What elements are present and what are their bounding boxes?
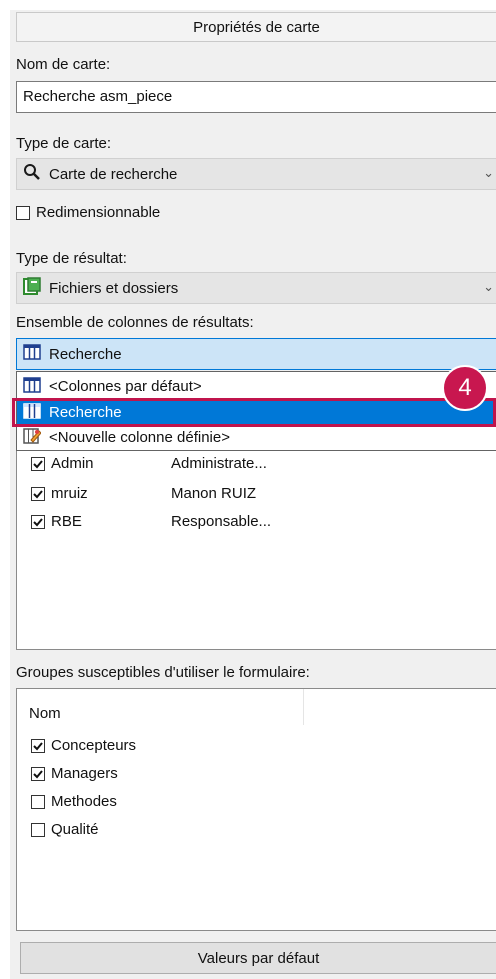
list-item[interactable]: Methodes — [31, 793, 117, 810]
selection-highlight-frame — [12, 398, 496, 427]
new-column-set-icon — [23, 427, 42, 449]
step-badge: 4 — [442, 365, 488, 411]
list-item[interactable]: RBE Responsable... — [31, 513, 271, 530]
card-name-input[interactable]: Recherche asm_piece — [16, 81, 496, 113]
users-list: Admin Administrate... mruiz Manon RUIZ R… — [16, 420, 496, 650]
dropdown-option-default-columns[interactable]: <Colonnes par défaut> — [17, 374, 495, 399]
column-set-select[interactable]: Recherche — [16, 338, 496, 370]
columns-icon — [23, 343, 41, 365]
checkbox-checked[interactable] — [31, 766, 45, 781]
user-name: Responsable... — [171, 513, 272, 530]
column-separator — [303, 689, 304, 725]
dropdown-option-label: <Colonnes par défaut> — [49, 378, 202, 395]
checkbox-checked[interactable] — [31, 738, 45, 753]
checkbox-unchecked[interactable] — [31, 794, 45, 809]
panel-title-text: Propriétés de carte — [193, 18, 320, 36]
column-set-value: Recherche — [49, 345, 122, 363]
user-login: mruiz — [51, 485, 88, 502]
groups-list: Nom Concepteurs Managers Methodes Qualit… — [16, 688, 496, 931]
list-item[interactable]: Managers — [31, 765, 118, 782]
list-item[interactable]: Admin Administrate... — [31, 455, 267, 472]
list-item[interactable]: Qualité — [31, 821, 99, 838]
group-name: Qualité — [51, 821, 99, 838]
groups-column-header[interactable]: Nom — [29, 705, 61, 722]
chevron-down-icon: ⌄ — [483, 165, 494, 180]
resizable-checkbox-row[interactable]: Redimensionnable — [16, 204, 160, 221]
checkbox-unchecked[interactable] — [31, 822, 45, 837]
list-item[interactable]: Concepteurs — [31, 737, 136, 754]
column-set-label: Ensemble de colonnes de résultats: — [16, 314, 254, 331]
resizable-label: Redimensionnable — [36, 204, 161, 221]
group-name: Concepteurs — [51, 737, 137, 754]
card-type-label: Type de carte: — [16, 135, 112, 152]
default-values-button[interactable]: Valeurs par défaut — [20, 942, 496, 974]
card-type-value: Carte de recherche — [49, 165, 178, 183]
checkbox-checked[interactable] — [31, 514, 45, 529]
user-login: Admin — [51, 455, 94, 472]
files-folders-icon — [23, 277, 41, 299]
chevron-down-icon: ⌄ — [483, 279, 494, 294]
groups-label: Groupes susceptibles d'utiliser le formu… — [16, 664, 310, 681]
group-name: Managers — [51, 765, 118, 782]
panel-title: Propriétés de carte — [16, 12, 496, 42]
dropdown-option-new-column-set[interactable]: <Nouvelle colonne définie> — [17, 425, 495, 450]
card-name-label: Nom de carte: — [16, 56, 111, 73]
user-name: Administrate... — [171, 455, 267, 472]
user-login: RBE — [51, 513, 82, 530]
checkbox-checked[interactable] — [31, 486, 45, 501]
result-type-label: Type de résultat: — [16, 250, 127, 267]
search-icon — [23, 163, 41, 185]
user-name: Manon RUIZ — [171, 485, 257, 502]
list-item[interactable]: mruiz Manon RUIZ — [31, 485, 256, 502]
result-type-select[interactable]: Fichiers et dossiers ⌄ — [16, 272, 496, 304]
group-name: Methodes — [51, 793, 117, 810]
card-type-select[interactable]: Carte de recherche ⌄ — [16, 158, 496, 190]
resizable-checkbox[interactable] — [16, 205, 30, 220]
dropdown-option-label: <Nouvelle colonne définie> — [49, 429, 230, 446]
result-type-value: Fichiers et dossiers — [49, 279, 179, 297]
columns-icon — [23, 376, 41, 398]
checkbox-checked[interactable] — [31, 456, 45, 471]
